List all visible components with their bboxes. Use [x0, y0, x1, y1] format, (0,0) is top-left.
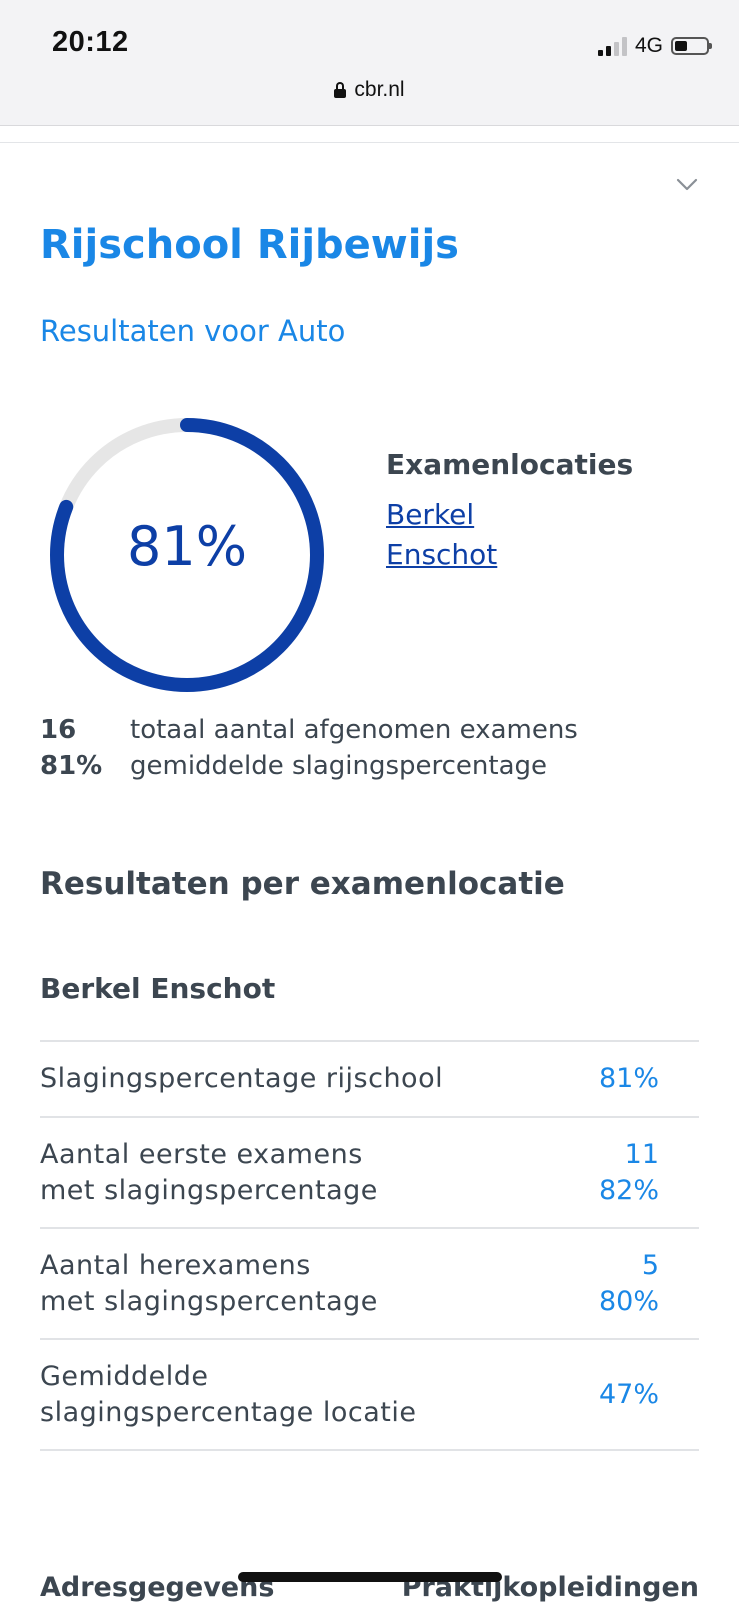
- network-type: 4G: [634, 34, 663, 57]
- result-value: 81%: [598, 1063, 659, 1094]
- locations-heading: Examenlocaties: [386, 448, 634, 481]
- url-bar[interactable]: cbr.nl: [0, 78, 739, 102]
- result-label-line: Aantal herexamens: [40, 1249, 311, 1281]
- result-row-location-average: Gemiddelde slagingspercentage locatie 47…: [40, 1340, 699, 1451]
- signal-icon: [597, 36, 627, 56]
- result-value: 5: [641, 1249, 659, 1281]
- browser-top-bar: 20:12 4G cbr.nl: [0, 0, 739, 126]
- result-value: 80%: [598, 1285, 659, 1317]
- battery-icon: [671, 37, 712, 55]
- result-label: Aantal eerste examens met slagingspercen…: [40, 1137, 378, 1209]
- result-row-first-exams: Aantal eerste examens met slagingspercen…: [40, 1118, 699, 1229]
- location-link-berkel[interactable]: Berkel: [386, 495, 633, 535]
- location-link-enschot[interactable]: Enschot: [386, 535, 633, 575]
- result-label-line: Slagingspercentage rijschool: [40, 1063, 444, 1094]
- result-values: 47%: [599, 1377, 699, 1413]
- result-label-line: slagingspercentage locatie: [40, 1396, 417, 1428]
- url-text: cbr.nl: [354, 78, 405, 101]
- content-divider: [0, 142, 739, 143]
- result-value: 11: [624, 1138, 659, 1170]
- stats-row-total: 16 totaal aantal afgenomen examens: [40, 712, 578, 748]
- results-subtitle: Resultaten voor Auto: [40, 314, 346, 348]
- status-time: 20:12: [52, 26, 129, 58]
- result-label-line: met slagingspercentage: [40, 1285, 378, 1317]
- stats-row-average: 81% gemiddelde slagingspercentage: [40, 748, 578, 784]
- chevron-down-icon[interactable]: [676, 178, 698, 192]
- exam-locations: Examenlocaties Berkel Enschot: [386, 448, 633, 575]
- result-row-reexams: Aantal herexamens met slagingspercentage…: [40, 1229, 699, 1340]
- stats-label: totaal aantal afgenomen examens: [130, 715, 578, 745]
- result-label-line: Gemiddelde: [40, 1360, 209, 1392]
- lock-icon: [334, 82, 347, 98]
- result-values: 5 80%: [599, 1248, 699, 1320]
- result-value: 47%: [598, 1378, 659, 1410]
- result-values: 81%: [599, 1061, 699, 1097]
- location-name-heading: Berkel Enschot: [40, 972, 276, 1005]
- results-section-heading: Resultaten per examenlocatie: [40, 866, 565, 902]
- stats-label: gemiddelde slagingspercentage: [130, 751, 548, 781]
- home-indicator[interactable]: [238, 1572, 502, 1582]
- page-title: Rijschool Rijbewijs: [40, 222, 459, 268]
- status-indicators: 4G: [597, 34, 712, 58]
- result-label: Gemiddelde slagingspercentage locatie: [40, 1359, 416, 1431]
- result-label: Aantal herexamens met slagingspercentage: [40, 1248, 378, 1320]
- pass-rate-percentage: 81%: [126, 515, 248, 578]
- results-table: Slagingspercentage rijschool 81% Aantal …: [40, 1040, 699, 1451]
- exam-stats: 16 totaal aantal afgenomen examens 81% g…: [40, 712, 578, 784]
- result-label-line: met slagingspercentage: [40, 1174, 378, 1206]
- result-label-line: Aantal eerste examens: [40, 1138, 363, 1170]
- result-value: 82%: [598, 1174, 659, 1206]
- stats-value: 16: [40, 715, 77, 745]
- stats-value: 81%: [40, 751, 103, 781]
- result-label: Slagingspercentage rijschool: [40, 1061, 443, 1097]
- result-values: 11 82%: [599, 1137, 699, 1209]
- result-row-pass-rate: Slagingspercentage rijschool 81%: [40, 1042, 699, 1118]
